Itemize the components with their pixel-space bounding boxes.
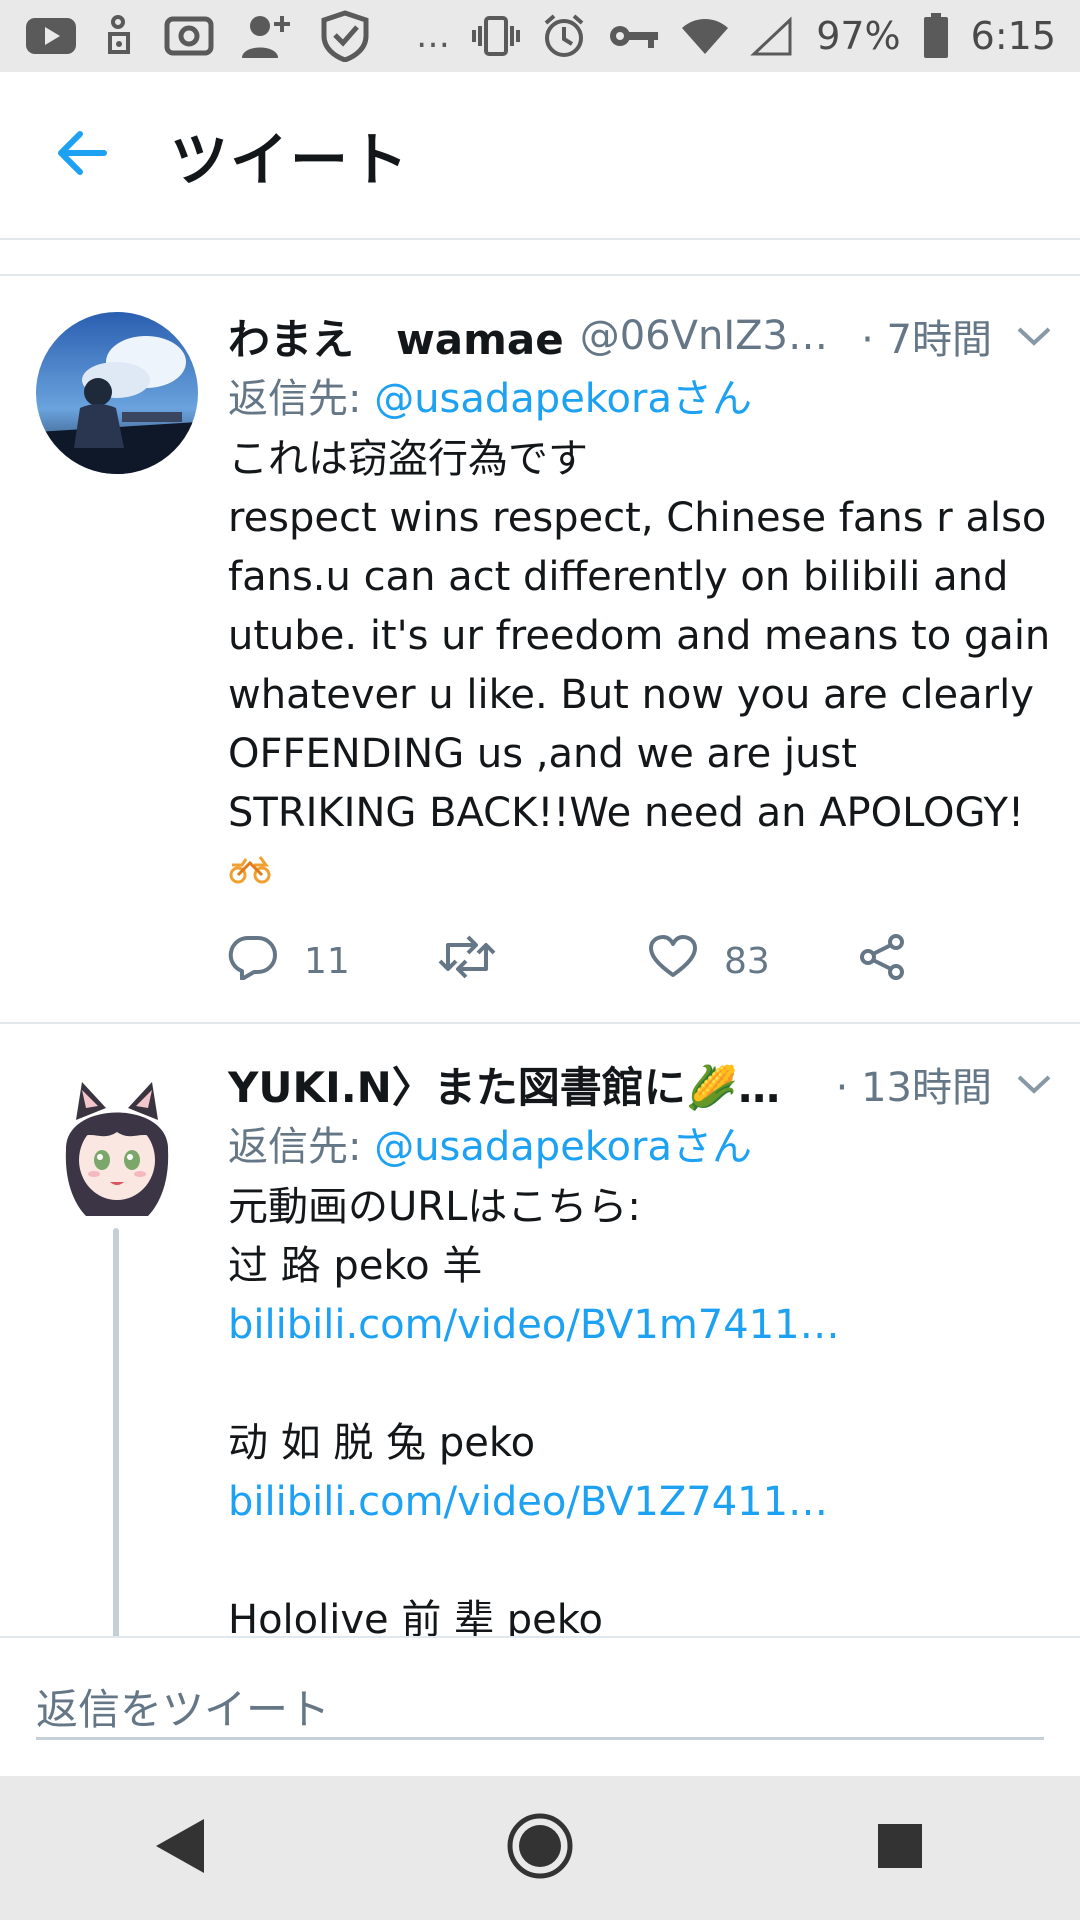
- url-link[interactable]: bilibili.com/video/BV1m7411…: [228, 1296, 1052, 1355]
- signal-icon: [750, 16, 794, 56]
- app-header: ツイート: [0, 72, 1080, 240]
- tweet-text-line: 过 路 peko 羊: [228, 1243, 483, 1289]
- tweet-text-line: Hololive 前 辈 peko: [228, 1597, 603, 1636]
- reply-button[interactable]: 11: [228, 934, 438, 989]
- chevron-down-icon[interactable]: [1016, 1073, 1052, 1095]
- mention-link[interactable]: @usadapekoraさん: [374, 1124, 752, 1170]
- reply-composer: 返信をツイート: [0, 1636, 1080, 1776]
- back-arrow-icon: [56, 130, 108, 180]
- url-link[interactable]: bilibili.com/video/BV1Z7411…: [228, 1473, 1052, 1532]
- youtube-icon: [24, 16, 78, 56]
- user-handle[interactable]: @06VnIZ3…: [580, 313, 828, 359]
- tweet-header: わまえ wamae @06VnIZ3… · 7時間: [228, 306, 1052, 366]
- home-circle-icon: [506, 1812, 574, 1884]
- tweet-header: YUKI.N〉また図書館に🌽… · 13時間: [228, 1054, 1052, 1114]
- tweet-content: YUKI.N〉また図書館に🌽… · 13時間 返信先: @usadapekora…: [228, 1054, 1052, 1636]
- avatar[interactable]: [36, 312, 198, 474]
- tweet-actions: 11 83: [228, 931, 1052, 991]
- reply-context: 返信先: @usadapekoraさん: [228, 370, 1052, 428]
- share-button[interactable]: [858, 933, 906, 990]
- key-icon: [608, 21, 660, 51]
- reply-label: 返信先:: [228, 376, 375, 422]
- clock: 6:15: [970, 14, 1056, 58]
- retweet-icon: [438, 935, 496, 988]
- reply-label: 返信先:: [228, 1124, 375, 1170]
- emoji: [228, 851, 1052, 901]
- tweet-time[interactable]: · 13時間: [836, 1055, 992, 1113]
- tweet-text: 元動画のURLはこちら: 过 路 peko 羊 bilibili.com/vid…: [228, 1178, 1052, 1636]
- wifi-icon: [682, 16, 729, 56]
- thread-line: [113, 1228, 119, 1636]
- tweet[interactable]: わまえ wamae @06VnIZ3… · 7時間 返信先: @usadapek…: [0, 278, 1080, 1024]
- media-icon: [104, 14, 138, 58]
- battery-percent: 97%: [816, 14, 901, 58]
- like-count: 83: [724, 940, 770, 982]
- tweet[interactable]: YUKI.N〉また図書館に🌽… · 13時間 返信先: @usadapekora…: [0, 1026, 1080, 1636]
- tweet-time[interactable]: · 7時間: [861, 307, 992, 365]
- chevron-down-icon[interactable]: [1016, 325, 1052, 347]
- tweet-text: これは窃盗行為です respect wins respect, Chinese …: [228, 430, 1052, 843]
- tweet-text-line: whatever u like. But now you are clearly: [228, 672, 1034, 718]
- tweet-text-line: utube. it's ur freedom and means to gain: [228, 613, 1051, 659]
- divider: [0, 274, 1080, 276]
- tweet-text-line: 动 如 脱 兔 peko: [228, 1420, 536, 1466]
- retweet-button[interactable]: [438, 935, 648, 988]
- reply-input[interactable]: 返信をツイート: [36, 1676, 1044, 1740]
- vibrate-icon: [472, 14, 521, 58]
- tweet-text-line: fans.u can act differently on bilibili a…: [228, 554, 1009, 600]
- status-bar: … 97% 6:15: [0, 0, 1080, 72]
- overflow-indicator: …: [416, 16, 452, 56]
- tweet-content: わまえ wamae @06VnIZ3… · 7時間 返信先: @usadapek…: [228, 306, 1052, 991]
- page-title: ツイート: [170, 126, 411, 194]
- display-name[interactable]: わまえ wamae: [228, 306, 564, 367]
- like-button[interactable]: 83: [648, 934, 858, 988]
- tweet-text-line: STRIKING BACK!!We need an APOLOGY!: [228, 790, 1024, 836]
- avatar[interactable]: [36, 1060, 198, 1222]
- shield-icon: [320, 10, 370, 62]
- system-nav-bar: [0, 1776, 1080, 1920]
- tweet-text-line: respect wins respect, Chinese fans r als…: [228, 495, 1047, 541]
- back-triangle-icon: [152, 1815, 208, 1881]
- tweet-text-line: OFFENDING us ,and we are just: [228, 731, 857, 777]
- add-person-icon: [240, 12, 294, 60]
- mention-link[interactable]: @usadapekoraさん: [374, 376, 752, 422]
- recents-square-icon: [876, 1822, 924, 1874]
- heart-icon: [648, 934, 698, 988]
- nav-recents-button[interactable]: [840, 1788, 960, 1908]
- screen: … 97% 6:15 ツイート わまえ wamae @06VnIZ3… · 7時…: [0, 0, 1080, 1920]
- reply-count: 11: [304, 940, 350, 982]
- share-icon: [858, 933, 906, 990]
- reply-context: 返信先: @usadapekoraさん: [228, 1118, 1052, 1176]
- alarm-icon: [542, 13, 586, 59]
- display-name[interactable]: YUKI.N〉また図書館に🌽…: [228, 1054, 780, 1115]
- tweet-text-line: これは窃盗行為です: [228, 436, 588, 482]
- nav-back-button[interactable]: [120, 1788, 240, 1908]
- reply-icon: [228, 934, 278, 989]
- tweet-text-line: 元動画のURLはこちら:: [228, 1184, 641, 1230]
- battery-icon: [923, 13, 949, 59]
- back-button[interactable]: [0, 71, 170, 239]
- nav-home-button[interactable]: [480, 1788, 600, 1908]
- cast-icon: [164, 16, 214, 56]
